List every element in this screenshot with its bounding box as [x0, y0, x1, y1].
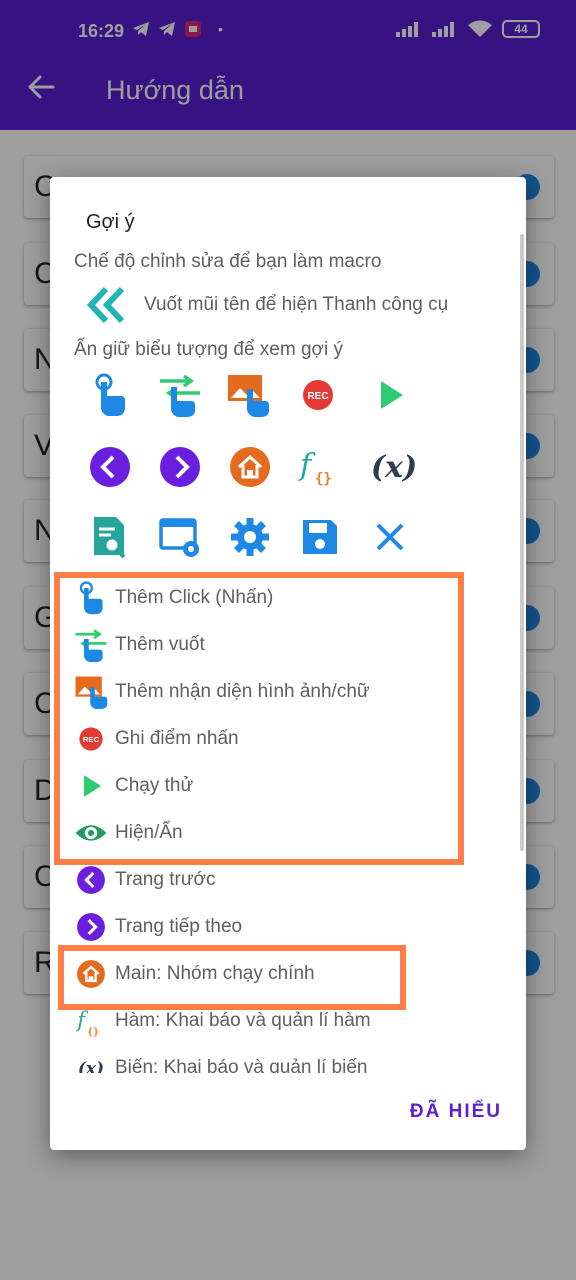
close-icon[interactable]	[368, 515, 412, 559]
legend-item: (x) Biến: Khai báo và quản lí biến	[74, 1048, 368, 1073]
hint-dialog: Gợi ý Chế độ chỉnh sửa để bạn làm macro …	[50, 177, 526, 1150]
record-icon[interactable]: REC	[296, 373, 340, 417]
gear-icon[interactable]	[228, 515, 272, 559]
legend-item: Trang tiếp theo	[74, 907, 242, 947]
legend-label: Biến: Khai báo và quản lí biến	[115, 1057, 368, 1073]
previous-icon[interactable]	[88, 445, 132, 489]
svg-text:{}: {}	[315, 471, 332, 487]
variable-icon[interactable]: (x)	[366, 445, 422, 489]
variable-icon: (x)	[74, 1051, 108, 1073]
dialog-title: Gợi ý	[86, 211, 135, 233]
long-press-hint-text: Ấn giữ biểu tượng để xem gợi ý	[74, 339, 343, 360]
next-icon[interactable]	[158, 445, 202, 489]
edit-mode-text: Chế độ chỉnh sửa để bạn làm macro	[74, 251, 382, 272]
previous-icon	[74, 863, 108, 897]
legend-label: Trang tiếp theo	[115, 916, 243, 937]
next-icon	[74, 910, 108, 944]
ok-button[interactable]: ĐÃ HIỂU	[410, 1101, 502, 1123]
highlight-box	[58, 945, 406, 1010]
variable-glyph: (x)	[371, 450, 417, 485]
play-icon[interactable]	[368, 373, 412, 417]
window-settings-icon[interactable]	[158, 515, 202, 559]
swipe-icon[interactable]	[158, 373, 202, 417]
legend-label: Trang trước	[115, 869, 216, 890]
home-icon[interactable]	[228, 445, 272, 489]
save-icon[interactable]	[298, 515, 342, 559]
legend-label: Hàm: Khai báo và quản lí hàm	[115, 1010, 371, 1031]
svg-text:f: f	[298, 448, 316, 483]
variable-glyph: (x)	[78, 1059, 104, 1073]
svg-text:REC: REC	[307, 391, 328, 402]
search-script-icon[interactable]	[88, 515, 132, 559]
highlight-box	[54, 572, 464, 865]
double-chevron-left-icon	[86, 286, 125, 324]
function-icon[interactable]: f{}	[298, 445, 342, 489]
click-icon[interactable]	[88, 373, 132, 417]
image-recognition-icon[interactable]	[226, 373, 270, 417]
svg-text:{}: {}	[87, 1027, 99, 1038]
swipe-hint-text: Vuốt mũi tên để hiện Thanh công cụ	[144, 294, 449, 315]
legend-item: Trang trước	[74, 860, 216, 900]
